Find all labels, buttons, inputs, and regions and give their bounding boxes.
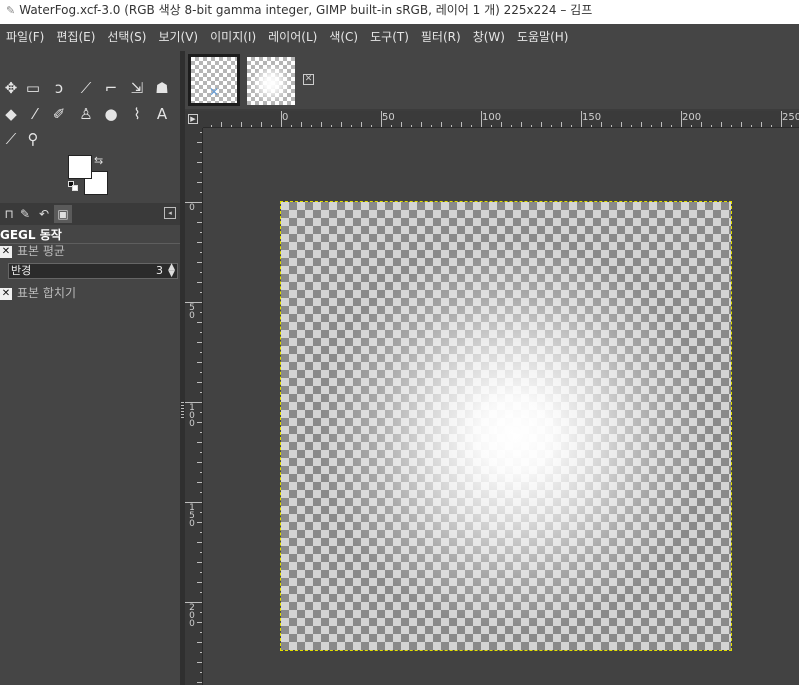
vruler-label-150: 150: [189, 503, 195, 529]
menu-file[interactable]: 파일(F): [0, 24, 50, 51]
clone-icon[interactable]: ♙: [75, 103, 97, 125]
menu-view[interactable]: 보기(V): [152, 24, 204, 51]
vruler-label-0: 0: [189, 203, 195, 213]
quick-mask-corner[interactable]: ▶: [185, 111, 203, 128]
vruler-label-200: 200: [189, 603, 195, 629]
image-tab-thumbnail[interactable]: [247, 57, 295, 105]
menu-windows[interactable]: 창(W): [467, 24, 511, 51]
images-tab-icon[interactable]: ▣: [54, 205, 72, 223]
menu-edit[interactable]: 편집(E): [50, 24, 101, 51]
smudge-icon[interactable]: ●: [100, 103, 122, 125]
zoom-tool-icon[interactable]: ⚲: [22, 128, 44, 150]
sample-merged-label: 표본 합치기: [17, 286, 77, 300]
horizontal-ruler[interactable]: 0 50 100 150 200 250: [203, 111, 799, 128]
image-tab-thumbnail-active[interactable]: ✕: [188, 54, 240, 106]
lasso-select-icon[interactable]: ↄ: [48, 77, 70, 99]
dock-tabs: ⊓ ✎ ↶ ▣ ◂: [0, 203, 180, 225]
dock-menu-icon[interactable]: ◂: [164, 207, 176, 219]
menu-colors[interactable]: 색(C): [323, 24, 364, 51]
cross-icon: ✕: [209, 85, 220, 99]
toolbox-dock: ✥ ▭ ↄ ⟋ ⌐ ⇲ ☗ ◆ ⁄ ✐ ♙ ● ⌇ A ⟋ ⚲ ⇆ ⊓ ✎ ↶ …: [0, 51, 180, 685]
text-tool-icon[interactable]: A: [151, 103, 173, 125]
menu-filters[interactable]: 필터(R): [415, 24, 467, 51]
device-status-tab-icon[interactable]: ✎: [16, 205, 34, 223]
menu-tools[interactable]: 도구(T): [364, 24, 415, 51]
gimp-app-icon: ✎: [6, 4, 16, 17]
image-tabs-bar: ✕ ✕: [185, 51, 799, 109]
sample-average-checkbox[interactable]: ✕: [0, 245, 12, 258]
warp-transform-icon[interactable]: ☗: [151, 77, 173, 99]
paintbrush-icon[interactable]: ⁄: [24, 103, 46, 125]
vruler-label-50: 50: [189, 303, 195, 321]
sample-average-row[interactable]: ✕ 표본 평균: [0, 243, 65, 260]
window-title: WaterFog.xcf-3.0 (RGB 색상 8-bit gamma int…: [19, 3, 593, 17]
crop-icon[interactable]: ⌐: [100, 77, 122, 99]
menu-help[interactable]: 도움말(H): [511, 24, 575, 51]
dock-resize-grip[interactable]: [181, 402, 184, 420]
menu-bar: 파일(F) 편집(E) 선택(S) 보기(V) 이미지(I) 레이어(L) 색(…: [0, 24, 799, 51]
foreground-color-swatch[interactable]: [68, 155, 92, 179]
vruler-label-100: 100: [189, 403, 195, 429]
hruler-label-200: 200: [682, 112, 702, 123]
spin-arrows-icon[interactable]: ▲ ▼: [168, 263, 175, 279]
eraser-icon[interactable]: ✐: [48, 103, 70, 125]
image-canvas[interactable]: [281, 202, 731, 650]
image-canvas-area[interactable]: [203, 128, 799, 685]
bucket-fill-icon[interactable]: ◆: [0, 103, 22, 125]
rect-select-icon[interactable]: ▭: [22, 77, 44, 99]
color-picker-icon[interactable]: ⟋: [0, 128, 22, 150]
hruler-label-50: 50: [382, 112, 395, 123]
tool-options-title: GEGL 동작: [0, 227, 180, 244]
undo-history-tab-icon[interactable]: ↶: [35, 205, 53, 223]
window-title-bar: ✎ WaterFog.xcf-3.0 (RGB 색상 8-bit gamma in…: [0, 0, 799, 24]
vertical-ruler[interactable]: 0 50 100 150 200: [185, 128, 203, 685]
menu-layer[interactable]: 레이어(L): [262, 24, 323, 51]
default-colors-icon[interactable]: [68, 181, 78, 191]
sample-average-label: 표본 평균: [17, 244, 65, 258]
radius-spinbox[interactable]: 반경 3 ▲ ▼: [8, 263, 178, 279]
sample-merged-row[interactable]: ✕ 표본 합치기: [0, 285, 76, 302]
sample-merged-checkbox[interactable]: ✕: [0, 287, 12, 300]
move-tool-icon[interactable]: ✥: [0, 77, 22, 99]
close-tab-icon[interactable]: ✕: [303, 74, 314, 85]
fuzzy-select-icon[interactable]: ⟋: [75, 77, 97, 99]
hruler-label-0: 0: [282, 112, 289, 123]
menu-arrow-icon[interactable]: ▶: [188, 114, 198, 124]
hruler-label-150: 150: [582, 112, 602, 123]
paths-icon[interactable]: ⌇: [126, 103, 148, 125]
hruler-label-100: 100: [482, 112, 502, 123]
menu-image[interactable]: 이미지(I): [204, 24, 262, 51]
radius-value: 3: [156, 264, 163, 277]
hruler-label-250: 250: [782, 112, 799, 123]
swap-colors-icon[interactable]: ⇆: [94, 154, 103, 167]
menu-select[interactable]: 선택(S): [101, 24, 152, 51]
unified-transform-icon[interactable]: ⇲: [126, 77, 148, 99]
radius-label: 반경: [11, 264, 32, 277]
